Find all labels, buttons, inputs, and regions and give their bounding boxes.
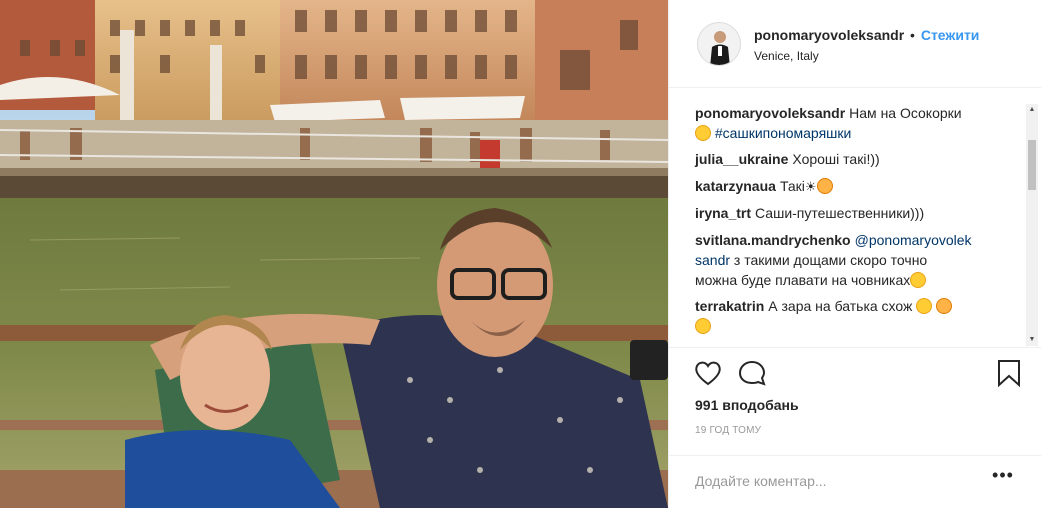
more-options-icon[interactable]: ••• <box>989 466 1017 489</box>
heart-icon[interactable] <box>693 358 723 388</box>
comment-text: з такими дощами скоро точно <box>733 252 928 268</box>
smile-emoji-icon <box>695 125 711 141</box>
comment-text: Хороші такі!)) <box>792 151 880 167</box>
comment-username[interactable]: katarzynaua <box>695 178 776 194</box>
comment-text: Нам на Осокорки <box>849 105 962 121</box>
scroll-up-arrow-icon[interactable]: ▲ <box>1026 104 1038 116</box>
mention-link-cont[interactable]: sandr <box>695 252 730 268</box>
comments-list: ponomaryovoleksandr Нам на Осокорки #сашк… <box>669 89 1041 347</box>
comment-username[interactable]: julia__ukraine <box>695 151 788 167</box>
photo-illustration <box>0 0 668 508</box>
bookmark-icon[interactable] <box>994 358 1024 388</box>
comment-text: А зара на батька схож <box>768 298 913 314</box>
post-timestamp: 19 год тому <box>695 425 762 436</box>
comment-username[interactable]: terrakatrin <box>695 298 764 314</box>
heart-eyes-emoji-icon <box>816 178 833 194</box>
comment-text: Такі <box>779 178 805 194</box>
comment-item: katarzynaua Такі☀ <box>695 176 1015 197</box>
avatar-image <box>698 23 740 65</box>
comment-item: julia__ukraine Хороші такі!)) <box>695 149 1015 169</box>
post-location[interactable]: Venice, Italy <box>754 49 819 63</box>
comment-text: Саши-путешественники))) <box>755 205 925 221</box>
scroll-thumb[interactable] <box>1028 140 1036 190</box>
post-photo[interactable] <box>0 0 668 508</box>
post-actions <box>669 347 1041 397</box>
tongue-emoji-icon <box>695 318 711 334</box>
avatar[interactable] <box>697 22 741 66</box>
comment-item: iryna_trt Саши-путешественники))) <box>695 203 1015 223</box>
post-header: ponomaryovoleksandr • Стежити Venice, It… <box>669 0 1041 88</box>
comment-username[interactable]: svitlana.mandrychenko <box>695 232 851 248</box>
post-author-line: ponomaryovoleksandr • Стежити <box>754 27 979 43</box>
sun-icon: ☀ <box>804 179 817 194</box>
post-author-username[interactable]: ponomaryovoleksandr <box>754 27 904 43</box>
speech-bubble-icon[interactable] <box>737 358 767 388</box>
comment-username[interactable]: iryna_trt <box>695 205 751 221</box>
comments-scrollbar[interactable]: ▲ ▼ <box>1026 104 1038 346</box>
hashtag-link[interactable]: #сашкипономаряшки <box>715 125 851 141</box>
comment-item: svitlana.mandrychenko @ponomaryovolek san… <box>695 230 1015 290</box>
comment-item: ponomaryovoleksandr Нам на Осокорки #сашк… <box>695 103 1015 143</box>
comment-username[interactable]: ponomaryovoleksandr <box>695 105 845 121</box>
smile-emoji-icon <box>916 298 933 314</box>
post-panel: ponomaryovoleksandr • Стежити Venice, It… <box>668 0 1041 508</box>
flushed-emoji-icon <box>936 298 953 314</box>
comment-text: можна буде плавати на човниках <box>695 272 911 288</box>
add-comment-bar: ••• <box>669 455 1041 508</box>
likes-count[interactable]: 991 вподобань <box>695 397 799 413</box>
comment-input[interactable] <box>695 469 985 493</box>
tears-of-joy-emoji-icon <box>910 272 927 288</box>
separator-dot: • <box>910 27 915 43</box>
comment-item: terrakatrin А зара на батька схож <box>695 296 1015 336</box>
mention-link[interactable]: @ponomaryovolek <box>855 232 972 248</box>
scroll-down-arrow-icon[interactable]: ▼ <box>1026 334 1038 346</box>
follow-button[interactable]: Стежити <box>921 27 980 43</box>
